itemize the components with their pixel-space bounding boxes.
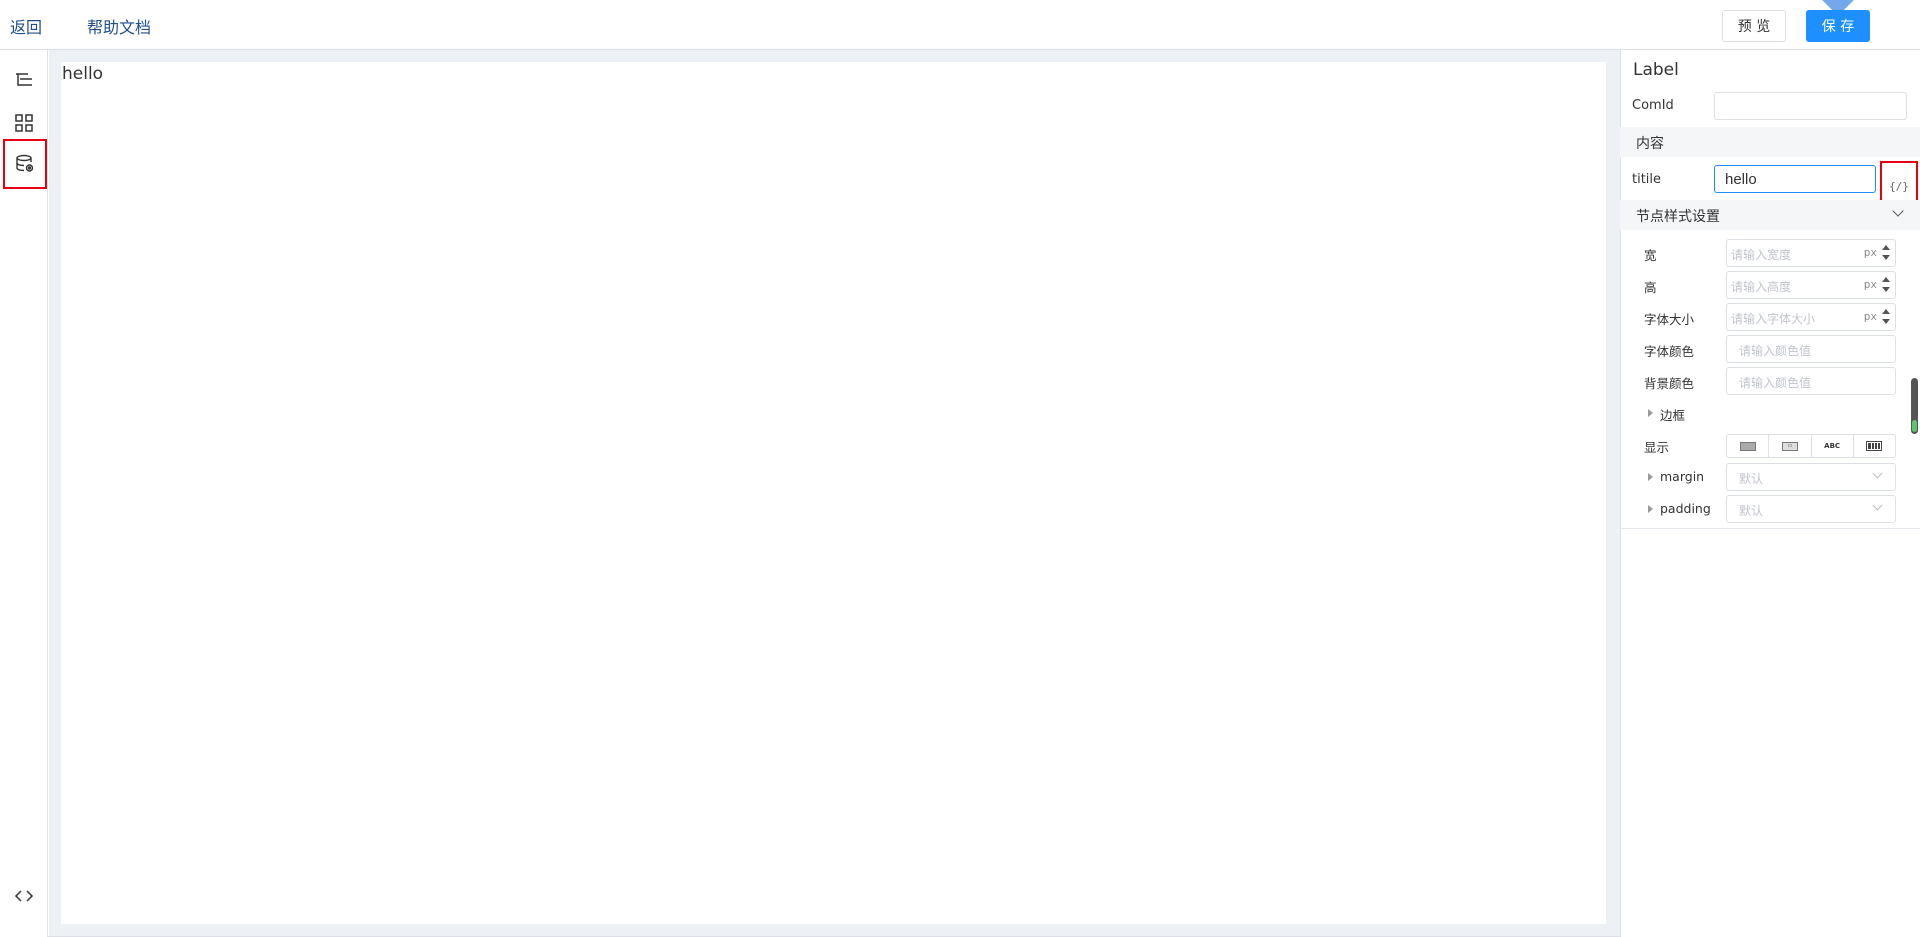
- display-flex-option[interactable]: [1854, 435, 1895, 457]
- label-component[interactable]: hello: [62, 64, 103, 84]
- content-section-header: 内容: [1620, 127, 1920, 157]
- display-inline-block-option[interactable]: ▭: [1769, 435, 1812, 457]
- height-placeholder: 请输入高度: [1731, 280, 1792, 294]
- fontcolor-input[interactable]: 请输入颜色值: [1726, 335, 1896, 363]
- width-placeholder: 请输入宽度: [1731, 248, 1792, 262]
- fontsize-input[interactable]: 请输入字体大小 px: [1726, 303, 1896, 331]
- comid-input[interactable]: [1714, 92, 1907, 120]
- scrollbar-thumb[interactable]: [1911, 378, 1918, 434]
- padding-expand-icon[interactable]: [1648, 505, 1653, 513]
- height-label: 高: [1644, 280, 1657, 295]
- design-canvas: hello: [49, 50, 1620, 937]
- help-docs-link[interactable]: 帮助文档: [87, 14, 151, 38]
- display-block-option[interactable]: [1727, 435, 1770, 457]
- width-input[interactable]: 请输入宽度 px: [1726, 239, 1896, 267]
- title-input[interactable]: [1714, 165, 1876, 193]
- border-expand-icon[interactable]: [1648, 409, 1653, 417]
- title-label: titile: [1632, 172, 1662, 187]
- panel-divider: [1620, 528, 1920, 529]
- height-input[interactable]: 请输入高度 px: [1726, 271, 1896, 299]
- inline-block-icon: ▭: [1781, 441, 1798, 451]
- margin-expand-icon[interactable]: [1648, 473, 1653, 481]
- border-label[interactable]: 边框: [1660, 405, 1685, 424]
- padding-value: 默认: [1739, 504, 1764, 518]
- display-mode-group: ▭ ABC: [1726, 434, 1896, 458]
- canvas-page[interactable]: hello: [61, 62, 1606, 924]
- components-grid-icon[interactable]: [6, 105, 42, 141]
- inline-text-icon: ABC: [1824, 442, 1841, 450]
- margin-select[interactable]: 默认: [1726, 463, 1896, 491]
- component-type-title: Label: [1633, 60, 1679, 80]
- datasource-icon[interactable]: [3, 139, 47, 189]
- fontcolor-label: 字体颜色: [1644, 344, 1695, 359]
- chevron-down-icon: [1872, 500, 1883, 511]
- back-link[interactable]: 返回: [10, 14, 42, 38]
- chevron-down-icon: [1872, 468, 1883, 479]
- bgcolor-input[interactable]: 请输入颜色值: [1726, 367, 1896, 395]
- height-unit: px: [1863, 278, 1877, 291]
- comid-label: ComId: [1632, 98, 1674, 113]
- code-icon[interactable]: [6, 878, 42, 914]
- fontsize-label: 字体大小: [1644, 312, 1695, 327]
- margin-value: 默认: [1739, 472, 1764, 486]
- fontsize-unit: px: [1863, 310, 1877, 323]
- bgcolor-placeholder: 请输入颜色值: [1739, 376, 1812, 390]
- style-section-title: 节点样式设置: [1636, 209, 1720, 225]
- left-toolbar: [0, 50, 48, 937]
- width-unit: px: [1863, 246, 1877, 259]
- margin-label[interactable]: margin: [1660, 469, 1704, 484]
- padding-label[interactable]: padding: [1660, 501, 1711, 516]
- save-decoration: [1815, 0, 1861, 10]
- height-stepper[interactable]: [1881, 275, 1891, 295]
- width-label: 宽: [1644, 248, 1657, 263]
- block-icon: [1739, 441, 1756, 451]
- outline-tree-icon[interactable]: [6, 62, 42, 98]
- flex-icon: [1866, 441, 1883, 451]
- fontcolor-placeholder: 请输入颜色值: [1739, 344, 1812, 358]
- padding-select[interactable]: 默认: [1726, 495, 1896, 523]
- top-bar: 返回 帮助文档 预 览 保 存: [0, 0, 1920, 50]
- display-label: 显示: [1644, 440, 1670, 455]
- fontsize-placeholder: 请输入字体大小: [1731, 312, 1816, 326]
- preview-button[interactable]: 预 览: [1722, 10, 1786, 42]
- width-stepper[interactable]: [1881, 243, 1891, 263]
- style-section-header[interactable]: 节点样式设置: [1620, 200, 1920, 230]
- display-inline-option[interactable]: ABC: [1812, 435, 1854, 457]
- fontsize-stepper[interactable]: [1881, 307, 1891, 327]
- bgcolor-label: 背景颜色: [1644, 376, 1695, 391]
- chevron-down-icon: [1892, 205, 1904, 217]
- save-button[interactable]: 保 存: [1806, 10, 1870, 42]
